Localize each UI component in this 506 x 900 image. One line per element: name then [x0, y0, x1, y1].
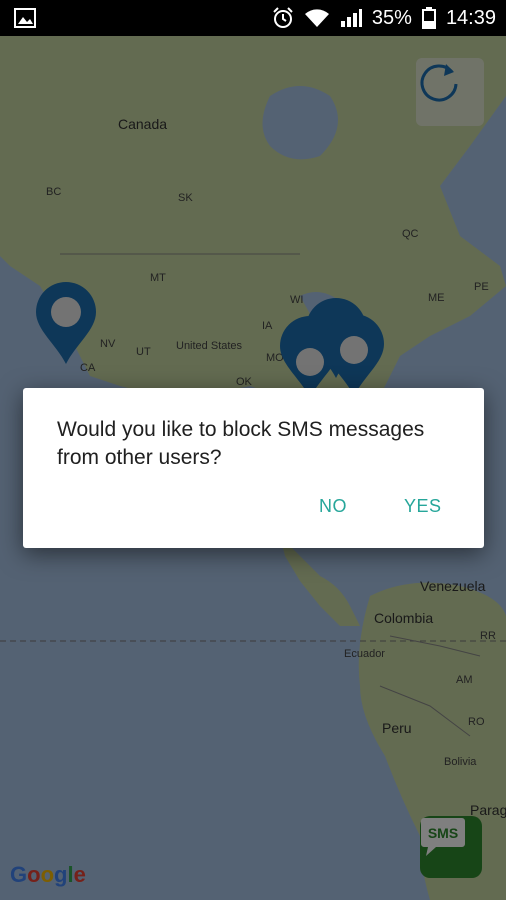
yes-button[interactable]: YES: [404, 496, 442, 517]
alarm-icon: [273, 7, 293, 28]
dialog-message: Would you like to block SMS messages fro…: [57, 418, 425, 469]
no-button[interactable]: NO: [319, 496, 347, 517]
battery-percent: 35%: [371, 6, 412, 29]
image-icon: [14, 8, 36, 28]
clock: 14:39: [445, 6, 496, 29]
wifi-icon: [304, 9, 329, 27]
block-sms-dialog: Would you like to block SMS messages fro…: [23, 388, 484, 548]
status-bar: 35% 14:39: [0, 0, 506, 36]
signal-icon: [340, 9, 362, 27]
battery-icon: [421, 7, 436, 29]
